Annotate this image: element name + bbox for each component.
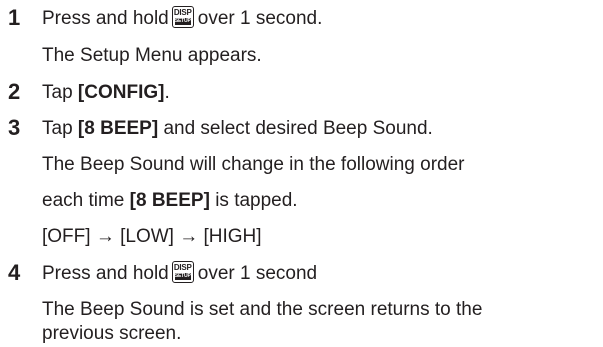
key-icon-bottom-label: SETUP <box>174 18 191 25</box>
step-4-action: Press and hold DISP SETUP over 1 second <box>42 261 318 285</box>
step-3-action-text: Tap <box>42 118 73 139</box>
step-4-result-line-2: previous screen. <box>42 323 182 344</box>
step-1-action: Press and hold DISP SETUP over 1 second. <box>42 6 323 30</box>
config-button-label: [CONFIG] <box>77 82 165 103</box>
step-2-action: Tap [CONFIG]. <box>42 82 170 104</box>
setup-instructions: 1 Press and hold DISP SETUP over 1 second. … <box>0 0 603 347</box>
step-1-action-text: Press and hold <box>42 8 169 30</box>
step-1-action-tail: over 1 second. <box>197 8 323 30</box>
step-3-result-tail: is tapped. <box>215 190 298 211</box>
step-3-action: Tap [8 BEEP] and select desired Beep Sou… <box>42 118 433 140</box>
disp-setup-key-icon: DISP SETUP <box>171 6 194 28</box>
step-2-number: 2 <box>8 79 21 104</box>
step-4-action-text: Press and hold <box>42 263 169 285</box>
step-4-action-tail: over 1 second <box>197 263 318 285</box>
step-3-result-line-1: The Beep Sound will change in the follow… <box>42 154 465 175</box>
beep-button-label-repeat: [8 BEEP] <box>129 190 210 211</box>
key-icon-top-label: DISP <box>173 263 192 272</box>
step-3-result-line-2: each time [8 BEEP] is tapped. <box>42 190 298 212</box>
beep-button-label: [8 BEEP] <box>77 118 159 139</box>
beep-sequence: [OFF] → [LOW] → [HIGH] <box>42 226 262 247</box>
step-1-number: 1 <box>8 5 21 30</box>
step-2-action-tail: . <box>164 82 170 103</box>
disp-setup-key-icon: DISP SETUP <box>171 261 194 283</box>
key-icon-top-label: DISP <box>173 8 192 17</box>
key-icon-bottom-label: SETUP <box>174 273 191 280</box>
step-3-result-text: each time <box>42 190 125 211</box>
step-1-result: The Setup Menu appears. <box>42 45 262 66</box>
step-4-number: 4 <box>8 260 21 285</box>
step-3-number: 3 <box>8 115 21 140</box>
step-4-result-line-1: The Beep Sound is set and the screen ret… <box>42 299 483 320</box>
step-2-action-text: Tap <box>42 82 73 103</box>
step-3-action-tail: and select desired Beep Sound. <box>163 118 433 139</box>
